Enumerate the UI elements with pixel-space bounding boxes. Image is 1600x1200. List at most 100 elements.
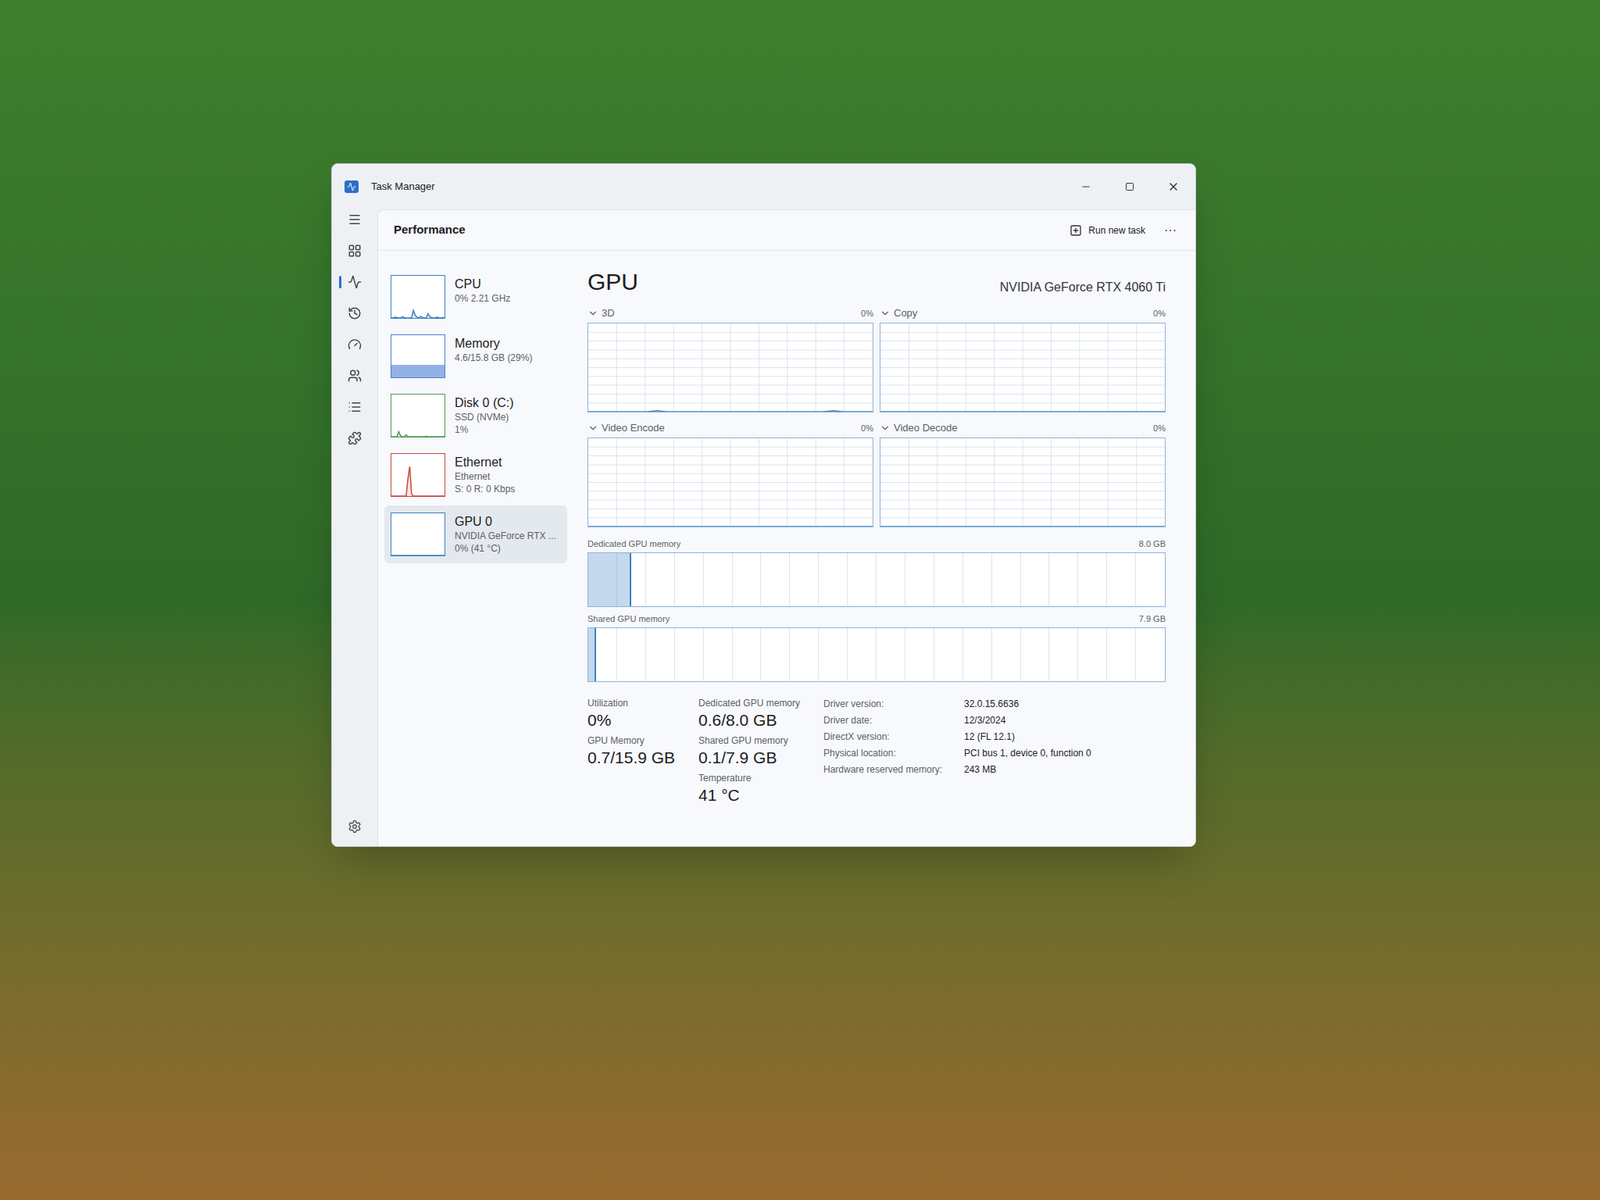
hamburger-menu-icon[interactable] — [347, 212, 362, 227]
processes-icon[interactable] — [347, 243, 362, 258]
page-title: Performance — [393, 221, 466, 240]
thumbnail-chart — [390, 393, 446, 438]
memory-chart-label: Shared GPU memory — [587, 613, 670, 625]
maximize-button[interactable] — [1107, 164, 1152, 210]
property-label: DirectX version: — [823, 730, 965, 744]
content-panel: Performance Run new task ··· CPU0% 2.21 GHz… — [377, 209, 1196, 847]
chevron-down-icon[interactable] — [879, 422, 891, 434]
sidebar-item-name: Memory — [454, 335, 533, 352]
engine-line-chart — [880, 323, 1165, 412]
engine-charts: 3D0% Copy 0% Video Encode 0% Video Decode 0% — [587, 307, 1166, 528]
run-new-task-button[interactable]: Run new task — [1069, 223, 1146, 238]
stat: Dedicated GPU memory0.6/8.0 GB — [698, 697, 824, 731]
property-value: PCI bus 1, device 0, function 0 — [964, 746, 1092, 761]
sidebar-item[interactable]: EthernetEthernetS: 0 R: 0 Kbps — [384, 446, 568, 504]
memory-chart: Shared GPU memory 7.9 GB — [587, 613, 1166, 683]
property-value: 12/3/2024 — [964, 714, 1092, 728]
chevron-down-icon[interactable] — [879, 307, 891, 319]
users-icon[interactable] — [347, 368, 362, 383]
sidebar-item-name: CPU — [454, 276, 511, 293]
chevron-down-icon[interactable] — [587, 307, 599, 319]
property-label: Driver version: — [823, 697, 965, 711]
engine-chart: Video Decode 0% — [879, 421, 1166, 528]
property-value: 12 (FL 12.1) — [964, 730, 1092, 744]
close-icon[interactable] — [1167, 180, 1180, 193]
engine-label[interactable]: Video Decode — [893, 421, 958, 435]
property-label: Physical location: — [823, 746, 965, 761]
performance-icon[interactable] — [347, 275, 362, 290]
run-task-icon — [1069, 224, 1083, 237]
minimize-button[interactable] — [1064, 164, 1108, 210]
settings-gear-icon[interactable] — [347, 819, 362, 834]
sidebar-item-detail: NVIDIA GeForce RTX ... — [454, 529, 557, 543]
services-icon[interactable] — [347, 431, 362, 446]
engine-chart: 3D0% — [587, 307, 874, 413]
sidebar-item-detail: 0% 2.21 GHz — [454, 292, 511, 305]
app-icon — [344, 180, 359, 193]
gpu-title: GPU — [587, 267, 639, 297]
memory-chart-max: 7.9 GB — [1139, 613, 1166, 625]
desktop: Task Manager Performance Run new task ··· CP… — [0, 0, 1600, 1200]
sidebar-item-name: GPU 0 — [454, 514, 557, 530]
memory-chart-max: 8.0 GB — [1139, 538, 1166, 550]
thumbnail-line — [391, 513, 445, 556]
startup-apps-icon[interactable] — [347, 337, 362, 352]
stat: Utilization0% — [587, 697, 699, 731]
engine-label[interactable]: 3D — [601, 307, 615, 320]
engine-line-chart — [588, 438, 873, 527]
stats-area: Utilization0%GPU Memory0.7/15.9 GBDedica… — [587, 692, 1166, 806]
thumbnail-chart — [390, 334, 446, 379]
nav-rail — [332, 209, 378, 847]
memory-chart-fill — [588, 628, 597, 682]
memory-chart-fill — [588, 553, 632, 607]
page-header: Performance Run new task ··· — [378, 210, 1196, 251]
thumbnail-chart — [390, 453, 446, 497]
thumbnail-chart — [390, 512, 446, 557]
thumbnail-line — [391, 453, 445, 497]
engine-reading: 0% — [1153, 421, 1166, 435]
details-icon[interactable] — [347, 400, 362, 415]
engine-chart: Copy 0% — [879, 307, 1166, 413]
maximize-icon[interactable] — [1125, 182, 1135, 192]
sidebar-item[interactable]: CPU0% 2.21 GHz — [384, 267, 568, 326]
properties: Driver version:32.0.15.6636Driver date:1… — [823, 697, 1092, 806]
minimize-icon[interactable] — [1080, 181, 1092, 193]
title-bar[interactable]: Task Manager — [332, 164, 1196, 210]
more-button[interactable]: ··· — [1160, 221, 1180, 240]
property-value: 243 MB — [964, 763, 1092, 777]
stat: Temperature41 °C — [698, 772, 824, 806]
task-manager-window[interactable]: Task Manager Performance Run new task ··· CP… — [331, 163, 1197, 847]
sidebar-item[interactable]: Disk 0 (C:)SSD (NVMe)1% — [384, 386, 568, 445]
sidebar-item-name: Ethernet — [454, 454, 515, 471]
sidebar-item-detail: 1% — [454, 423, 515, 436]
memory-chart: Dedicated GPU memory8.0 GB — [587, 538, 1166, 608]
engine-label[interactable]: Copy — [893, 307, 918, 320]
sidebar-item-detail: 0% (41 °C) — [454, 542, 557, 555]
window-title: Task Manager — [371, 178, 436, 195]
sidebar: CPU0% 2.21 GHzMemory4.6/15.8 GB (29%)Dis… — [378, 250, 574, 847]
sidebar-item-name: Disk 0 (C:) — [454, 395, 515, 411]
sidebar-item-detail: 4.6/15.8 GB (29%) — [454, 351, 533, 365]
gpu-pane: GPUNVIDIA GeForce RTX 4060 Ti3D0%Copy0%V… — [573, 250, 1196, 847]
close-button[interactable] — [1151, 164, 1196, 210]
stat: Shared GPU memory0.1/7.9 GB — [698, 735, 824, 768]
thumbnail-line — [391, 275, 445, 318]
engine-label[interactable]: Video Encode — [601, 421, 665, 435]
property-value: 32.0.15.6636 — [964, 697, 1092, 711]
engine-reading: 0% — [860, 421, 874, 435]
app-history-icon[interactable] — [347, 306, 362, 321]
gpu-model: NVIDIA GeForce RTX 4060 Ti — [1000, 278, 1166, 297]
chevron-down-icon[interactable] — [587, 422, 599, 434]
sidebar-item-detail: Ethernet — [454, 470, 515, 483]
property-label: Driver date: — [823, 714, 965, 728]
engine-chart: Video Encode 0% — [587, 421, 874, 528]
sidebar-item[interactable]: Memory4.6/15.8 GB (29%) — [384, 327, 568, 386]
engine-reading: 0% — [1153, 307, 1166, 320]
sidebar-item-detail: SSD (NVMe) — [454, 410, 515, 424]
memory-fill — [391, 364, 445, 378]
sidebar-item-detail: S: 0 R: 0 Kbps — [454, 482, 515, 496]
property-label: Hardware reserved memory: — [823, 763, 965, 777]
engine-line-chart — [588, 323, 873, 412]
sidebar-item[interactable]: GPU 0NVIDIA GeForce RTX ...0% (41 °C) — [384, 505, 568, 564]
thumbnail-chart — [390, 275, 446, 319]
